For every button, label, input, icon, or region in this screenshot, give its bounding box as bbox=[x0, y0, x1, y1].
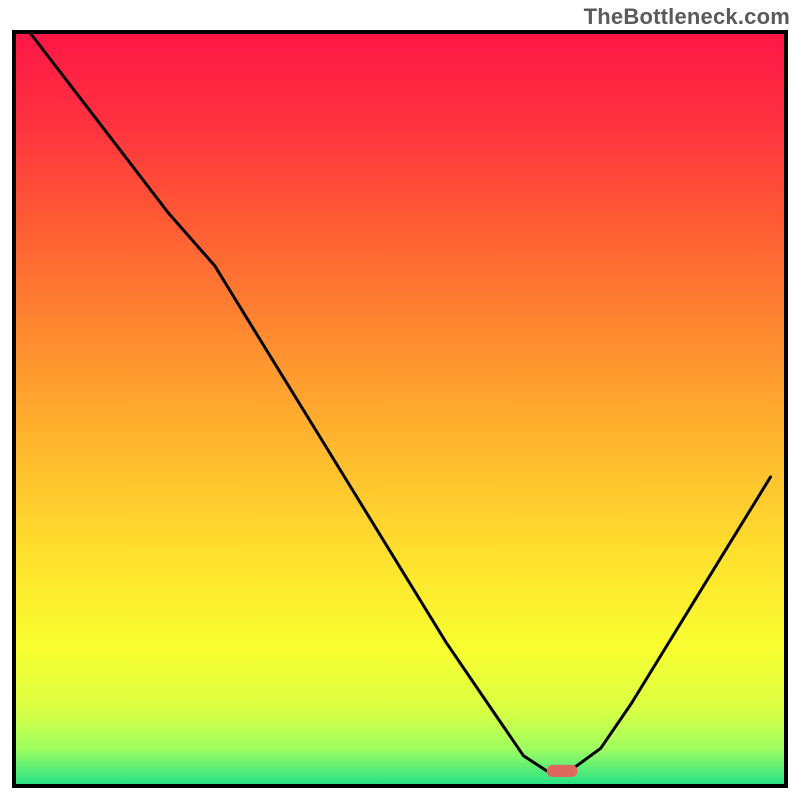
selected-point-marker bbox=[547, 765, 578, 777]
plot-background bbox=[14, 32, 786, 786]
chart-container: TheBottleneck.com bbox=[0, 0, 800, 800]
bottleneck-chart bbox=[0, 0, 800, 800]
